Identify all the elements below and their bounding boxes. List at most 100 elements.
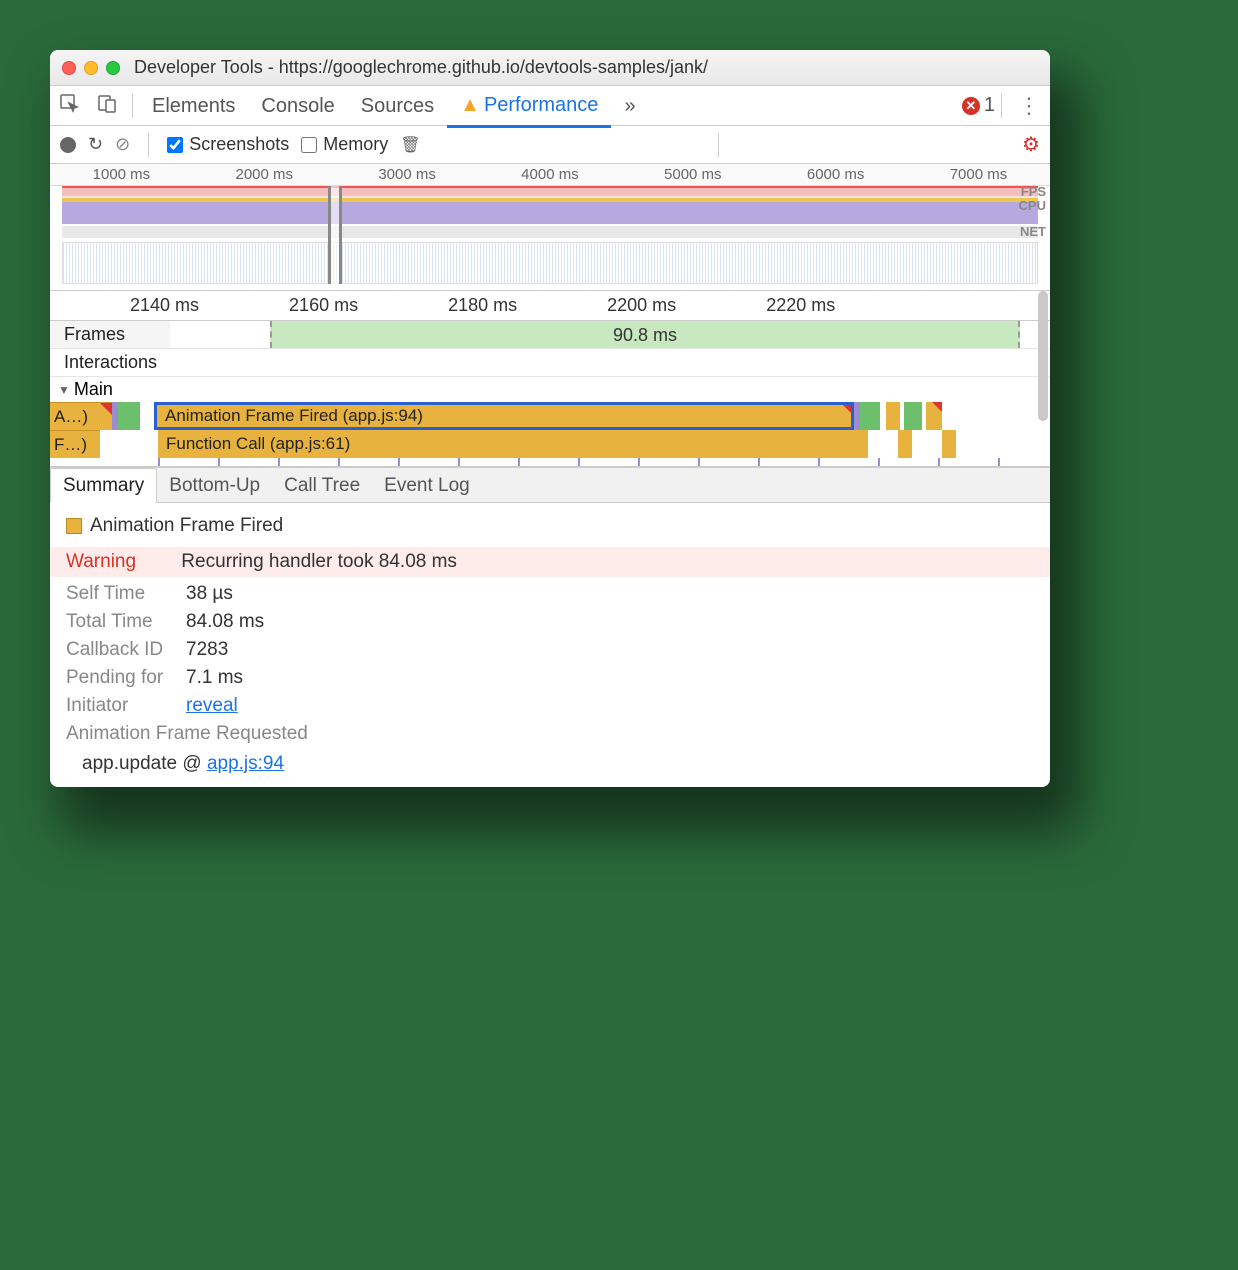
- tab-summary[interactable]: Summary: [50, 468, 157, 503]
- screenshots-checkbox[interactable]: Screenshots: [167, 134, 289, 155]
- overview-selection-handle[interactable]: [328, 186, 342, 284]
- scrollbar-thumb[interactable]: [1038, 291, 1048, 421]
- divider: [718, 133, 719, 157]
- initiator-key: Initiator: [66, 695, 186, 717]
- inspect-icon[interactable]: [50, 93, 88, 119]
- close-icon[interactable]: [62, 61, 76, 75]
- warning-label: Warning: [66, 551, 176, 573]
- ruler-tick: 2160 ms: [289, 295, 358, 316]
- error-badge[interactable]: ✕1: [962, 94, 995, 117]
- main-track: ▼Main A…) Animation Frame Fired (app.js:…: [50, 377, 1050, 467]
- ov-tick: 7000 ms: [950, 166, 1008, 183]
- perf-toolbar: ↻ ⊘ Screenshots Memory 🗑 ⚙: [50, 126, 1050, 164]
- error-count: 1: [984, 94, 995, 117]
- flame-stub-label: A…): [54, 407, 88, 427]
- titlebar[interactable]: Developer Tools - https://googlechrome.g…: [50, 50, 1050, 86]
- trash-icon[interactable]: 🗑: [400, 135, 420, 155]
- warning-row: Warning Recurring handler took 84.08 ms: [50, 547, 1050, 577]
- memory-checkbox[interactable]: Memory: [301, 134, 388, 155]
- clear-button[interactable]: ⊘: [115, 134, 130, 155]
- interactions-track[interactable]: Interactions: [50, 349, 1050, 377]
- overview-pane[interactable]: 1000 ms 2000 ms 3000 ms 4000 ms 5000 ms …: [50, 164, 1050, 291]
- screenshots-label: Screenshots: [189, 134, 289, 155]
- interactions-label: Interactions: [50, 349, 170, 376]
- panel-tabbar: Elements Console Sources ▲Performance » …: [50, 86, 1050, 126]
- traffic-lights: [62, 61, 120, 75]
- stack-call-text: app.update @: [82, 753, 207, 774]
- stack-frame: app.update @ app.js:94: [66, 753, 1034, 775]
- tab-call-tree[interactable]: Call Tree: [272, 469, 372, 502]
- memory-label: Memory: [323, 134, 388, 155]
- ov-tick: 1000 ms: [93, 166, 151, 183]
- minimize-icon[interactable]: [84, 61, 98, 75]
- reload-button[interactable]: ↻: [88, 134, 103, 155]
- callback-key: Callback ID: [66, 639, 186, 661]
- error-icon: ✕: [962, 97, 980, 115]
- ruler-tick: 2200 ms: [607, 295, 676, 316]
- source-link[interactable]: app.js:94: [207, 753, 284, 774]
- cpu-label: CPU: [1019, 198, 1046, 213]
- request-label: Animation Frame Requested: [66, 723, 1034, 745]
- pending-key: Pending for: [66, 667, 186, 689]
- self-time-key: Self Time: [66, 583, 186, 605]
- main-label: Main: [74, 379, 113, 400]
- total-time-key: Total Time: [66, 611, 186, 633]
- fc-label: Function Call (app.js:61): [166, 434, 350, 454]
- animation-frame-fired-bar[interactable]: Animation Frame Fired (app.js:94): [154, 402, 854, 430]
- flame-tail: [868, 430, 956, 458]
- main-track-toggle[interactable]: ▼Main: [50, 377, 1050, 402]
- overview-cpu: [62, 196, 1038, 224]
- ov-tick: 4000 ms: [521, 166, 579, 183]
- af-label: Animation Frame Fired (app.js:94): [165, 406, 423, 426]
- tab-console[interactable]: Console: [248, 86, 347, 126]
- frame-duration[interactable]: 90.8 ms: [270, 321, 1020, 348]
- tab-event-log[interactable]: Event Log: [372, 469, 482, 502]
- overview-fps: [62, 186, 1038, 196]
- settings-icon[interactable]: ⚙: [1022, 132, 1040, 157]
- flame-stub[interactable]: A…): [50, 402, 112, 430]
- record-button[interactable]: [60, 137, 76, 153]
- total-time-val: 84.08 ms: [186, 611, 264, 633]
- color-swatch-icon: [66, 518, 82, 534]
- frames-track[interactable]: Frames 90.8 ms: [50, 321, 1050, 349]
- device-toggle-icon[interactable]: [88, 93, 126, 119]
- ruler-tick: 2180 ms: [448, 295, 517, 316]
- ruler-tick: 2220 ms: [766, 295, 835, 316]
- flamechart-pane[interactable]: 2140 ms 2160 ms 2180 ms 2200 ms 2220 ms …: [50, 291, 1050, 467]
- divider: [132, 94, 133, 118]
- net-label: NET: [1020, 224, 1046, 239]
- pending-val: 7.1 ms: [186, 667, 243, 689]
- tab-elements[interactable]: Elements: [139, 86, 248, 126]
- long-task-marker-icon: [100, 403, 112, 415]
- callback-val: 7283: [186, 639, 228, 661]
- ov-tick: 6000 ms: [807, 166, 865, 183]
- ov-tick: 5000 ms: [664, 166, 722, 183]
- detail-ruler: 2140 ms 2160 ms 2180 ms 2200 ms 2220 ms: [50, 291, 1050, 321]
- tab-more[interactable]: »: [611, 86, 648, 126]
- tab-performance-label: Performance: [484, 94, 599, 116]
- tab-performance[interactable]: ▲Performance: [447, 85, 611, 128]
- long-task-marker-icon: [840, 402, 854, 416]
- summary-panel: Animation Frame Fired Warning Recurring …: [50, 503, 1050, 787]
- reveal-link[interactable]: reveal: [186, 695, 238, 717]
- ruler-tick: 2140 ms: [130, 295, 199, 316]
- warning-text: Recurring handler took 84.08 ms: [181, 551, 457, 572]
- overview-filmstrip: [62, 242, 1038, 284]
- ov-tick: 3000 ms: [378, 166, 436, 183]
- zoom-icon[interactable]: [106, 61, 120, 75]
- function-call-bar[interactable]: Function Call (app.js:61): [158, 430, 868, 458]
- details-tabs: Summary Bottom-Up Call Tree Event Log: [50, 467, 1050, 503]
- frames-label: Frames: [50, 321, 170, 348]
- overview-ruler: 1000 ms 2000 ms 3000 ms 4000 ms 5000 ms …: [50, 164, 1050, 186]
- tab-sources[interactable]: Sources: [348, 86, 447, 126]
- flame-stub[interactable]: F…): [50, 430, 100, 458]
- window-title: Developer Tools - https://googlechrome.g…: [134, 57, 708, 78]
- summary-title: Animation Frame Fired: [90, 515, 283, 537]
- devtools-window: Developer Tools - https://googlechrome.g…: [50, 50, 1050, 787]
- self-time-val: 38 µs: [186, 583, 233, 605]
- ov-tick: 2000 ms: [235, 166, 293, 183]
- menu-icon[interactable]: ⋮: [1008, 93, 1050, 119]
- flame-tail: [854, 402, 942, 430]
- divider: [148, 133, 149, 157]
- tab-bottom-up[interactable]: Bottom-Up: [157, 469, 272, 502]
